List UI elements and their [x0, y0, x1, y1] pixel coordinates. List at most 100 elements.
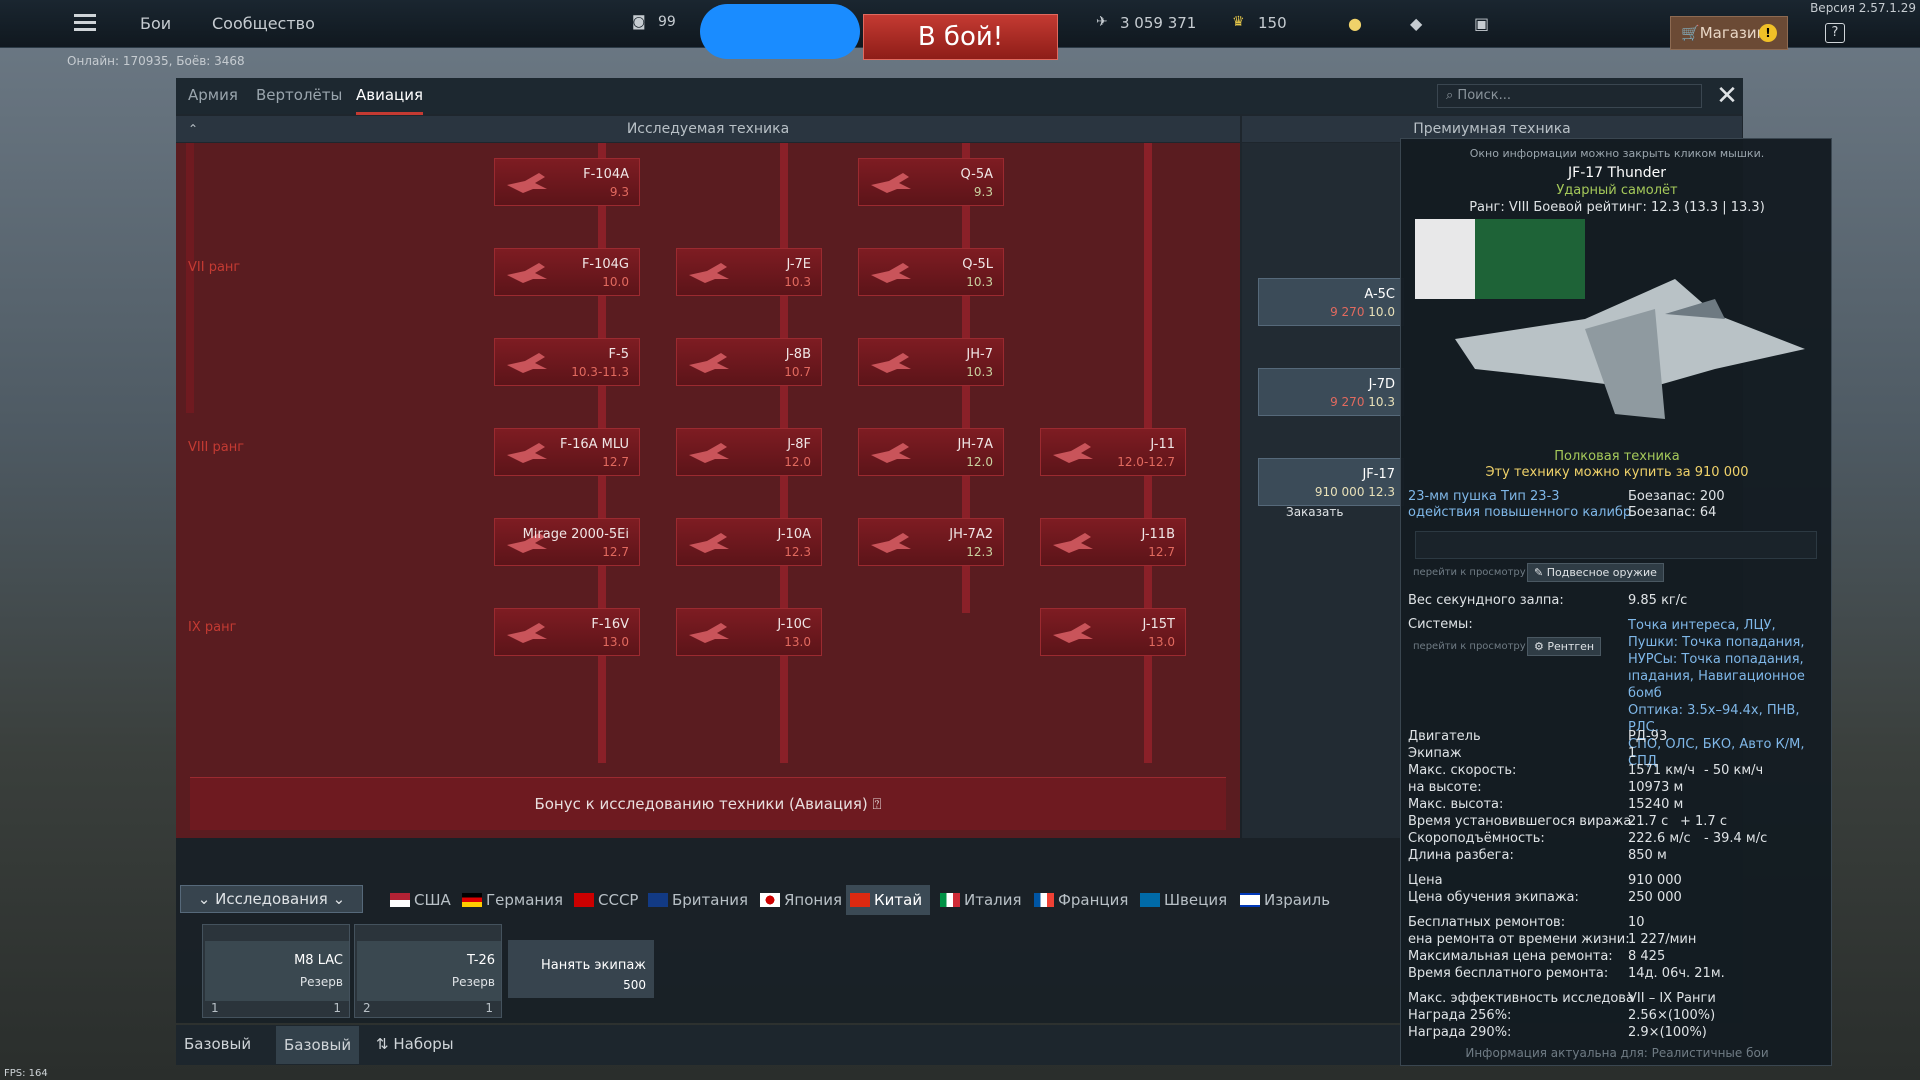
vehicle-br: 13.0 [784, 635, 811, 649]
tooltip-title: JF-17 Thunder [1568, 165, 1666, 181]
premium-vehicle-br: 9 270 10.0 [1330, 305, 1395, 319]
nation-japan[interactable]: Япония [756, 885, 842, 915]
vehicle-card[interactable]: J-7E 10.3 [676, 248, 822, 296]
vehicle-br: 10.0 [602, 275, 629, 289]
vehicle-card[interactable]: JH-7A2 12.3 [858, 518, 1004, 566]
preset-ground[interactable]: Базовый [276, 1026, 360, 1064]
to-battle-button[interactable]: В бой! [863, 14, 1058, 60]
preset-aircraft[interactable]: Базовый [184, 1035, 251, 1053]
nation-china[interactable]: Китай [846, 885, 931, 915]
crew-slot[interactable]: M8 LAC Резерв 1 1 [202, 924, 350, 1018]
nation-sweden[interactable]: Швеция [1136, 885, 1227, 915]
silver-icon: ✈ [1096, 14, 1108, 30]
slot-crew-number: 2 [363, 1001, 371, 1015]
flag-germany-icon [462, 893, 482, 907]
vehicle-name: J-7E [786, 257, 811, 272]
premium-vehicle[interactable]: J-7D 9 270 10.3 [1258, 368, 1404, 416]
slot-crew-number: 1 [211, 1001, 219, 1015]
research-bonus[interactable]: Бонус к исследованию техники (Авиация) ⍰ [190, 777, 1226, 830]
vehicle-name: F-5 [608, 347, 629, 362]
nation-britain[interactable]: Британия [644, 885, 748, 915]
flag-sweden-icon [1140, 893, 1160, 907]
flag-britain-icon [648, 893, 668, 907]
collapse-icon[interactable]: ⌃ [188, 116, 198, 142]
vehicle-card[interactable]: J-10C 13.0 [676, 608, 822, 656]
rank-label: VII ранг [188, 260, 241, 275]
presets-button[interactable]: ⇅ Наборы [376, 1035, 454, 1053]
tab-army[interactable]: Армия [188, 86, 238, 104]
close-icon[interactable]: ✕ [1713, 82, 1741, 110]
vehicle-card[interactable]: F-16V 13.0 [494, 608, 640, 656]
nation-germany[interactable]: Германия [458, 885, 563, 915]
vehicle-card[interactable]: J-8F 12.0 [676, 428, 822, 476]
vehicle-card[interactable]: Q-5L 10.3 [858, 248, 1004, 296]
vehicle-image [357, 941, 501, 1001]
vehicle-card[interactable]: Q-5A 9.3 [858, 158, 1004, 206]
vehicle-br: 12.7 [602, 455, 629, 469]
vehicle-name: J-10A [777, 527, 812, 542]
tooltip-rank: Ранг: VIII Боевой рейтинг: 12.3 (13.3 | … [1469, 200, 1765, 215]
nation-usa[interactable]: США [386, 885, 451, 915]
suspended-weapons-button[interactable]: ✎ Подвесное оружие [1527, 563, 1664, 582]
premium-vehicle[interactable]: JF-17 910 000 12.3 [1258, 458, 1404, 506]
vehicle-tooltip: Окно информации можно закрыть кликом мыш… [1400, 138, 1832, 1066]
shop-button[interactable]: 🛒Магазин! [1670, 16, 1788, 50]
menu-battles[interactable]: Бои [140, 14, 171, 33]
menu-icon[interactable] [74, 14, 96, 32]
vehicle-card[interactable]: F-16A MLU 12.7 [494, 428, 640, 476]
vehicle-card[interactable]: F-104A 9.3 [494, 158, 640, 206]
player-level: 99 [658, 14, 676, 30]
premium-vehicle[interactable]: A-5C 9 270 10.0 [1258, 278, 1404, 326]
aircraft-icon [871, 533, 911, 553]
help-icon[interactable]: ⍰ [873, 795, 882, 813]
vehicle-card[interactable]: Mirage 2000-5Ei 12.7 [494, 518, 640, 566]
nation-israel[interactable]: Израиль [1236, 885, 1330, 915]
vehicle-name: Q-5A [960, 167, 993, 182]
vehicle-card[interactable]: F-5 10.3-11.3 [494, 338, 640, 386]
vehicle-card[interactable]: J-10A 12.3 [676, 518, 822, 566]
xray-button[interactable]: ⚙ Рентген [1527, 637, 1602, 656]
help-button[interactable]: ? [1825, 23, 1845, 43]
rank-label: IX ранг [188, 620, 237, 635]
view-link[interactable]: перейти к просмотру [1413, 567, 1526, 578]
search-placeholder: Поиск... [1457, 88, 1511, 103]
tooltip-regiment: Полковая техника [1554, 449, 1680, 464]
vehicle-card[interactable]: F-104G 10.0 [494, 248, 640, 296]
aircraft-icon [1053, 623, 1093, 643]
flag-japan-icon [760, 893, 780, 907]
vehicle-br: 12.0 [784, 455, 811, 469]
nation-ussr[interactable]: СССР [570, 885, 638, 915]
search-input[interactable]: ⌕ Поиск... [1437, 84, 1702, 108]
vehicle-card[interactable]: J-11 12.0-12.7 [1040, 428, 1186, 476]
vehicle-br: 12.3 [784, 545, 811, 559]
slot-status: Резерв [451, 975, 495, 989]
squad-icon[interactable]: ◆ [1410, 14, 1422, 33]
avatar[interactable]: ◙ [632, 14, 646, 30]
nation-france[interactable]: Франция [1030, 885, 1128, 915]
menu-community[interactable]: Сообщество [212, 14, 315, 33]
vehicle-card[interactable]: JH-7 10.3 [858, 338, 1004, 386]
vehicle-card[interactable]: J-15T 13.0 [1040, 608, 1186, 656]
vehicle-name: JH-7A [957, 437, 993, 452]
hire-crew-button[interactable]: Нанять экипаж 500 [508, 940, 654, 998]
vehicle-card[interactable]: JH-7A 12.0 [858, 428, 1004, 476]
aircraft-icon [507, 263, 547, 283]
aircraft-icon [871, 173, 911, 193]
hire-crew-label: Нанять экипаж [540, 958, 646, 973]
vehicle-name: J-11B [1141, 527, 1175, 542]
nation-italy[interactable]: Италия [936, 885, 1022, 915]
flag-france-icon [1034, 893, 1054, 907]
tab-aviation[interactable]: Авиация [356, 86, 424, 115]
vehicle-name: J-8F [787, 437, 811, 452]
view-link[interactable]: перейти к просмотру [1413, 641, 1526, 652]
lightbulb-icon[interactable]: ● [1348, 14, 1362, 33]
vehicle-card[interactable]: J-8B 10.7 [676, 338, 822, 386]
vehicle-card[interactable]: J-11B 12.7 [1040, 518, 1186, 566]
slot-count: 1 [485, 1001, 493, 1015]
slot-count: 1 [333, 1001, 341, 1015]
coupon-icon[interactable]: ▣ [1474, 14, 1489, 33]
tab-helicopters[interactable]: Вертолёты [256, 86, 342, 104]
order-button[interactable]: Заказать [1286, 505, 1343, 519]
crew-slot[interactable]: T-26 Резерв 2 1 [354, 924, 502, 1018]
flag-china-icon [850, 893, 870, 907]
